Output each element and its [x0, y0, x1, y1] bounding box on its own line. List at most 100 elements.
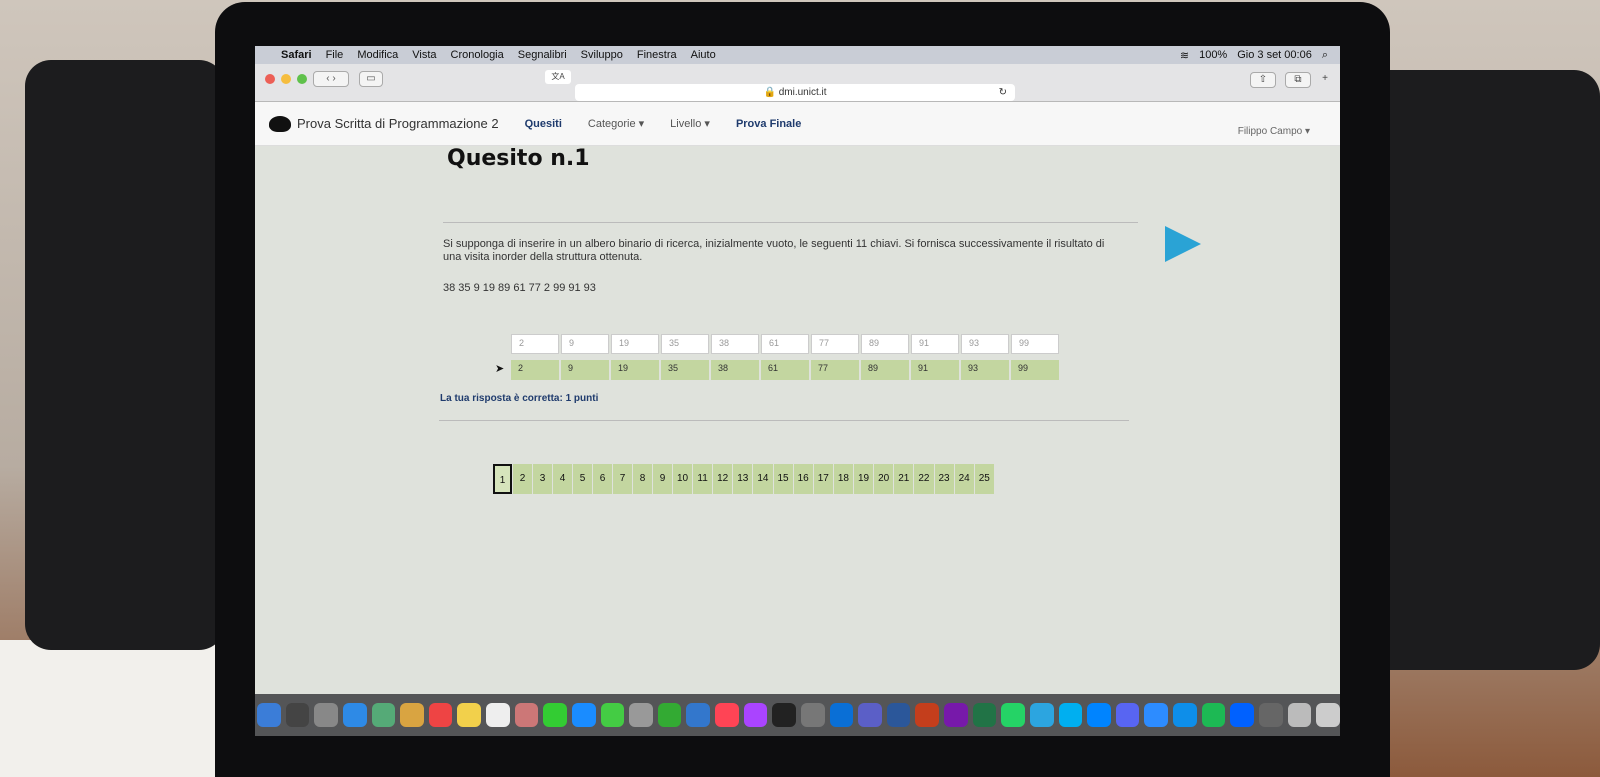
- photos-icon[interactable]: [514, 703, 539, 727]
- next-question-arrow-icon[interactable]: [1165, 226, 1201, 262]
- tv-icon[interactable]: [772, 703, 796, 727]
- page-link[interactable]: 7: [613, 464, 632, 494]
- page-link[interactable]: 12: [713, 464, 733, 494]
- calendar-icon[interactable]: [428, 703, 453, 727]
- launchpad-icon[interactable]: [314, 703, 338, 727]
- siri-icon[interactable]: [285, 703, 310, 727]
- messenger-icon[interactable]: [1087, 703, 1111, 727]
- outlook-icon[interactable]: [829, 703, 854, 727]
- answer-cell[interactable]: 99: [1011, 334, 1059, 354]
- page-link[interactable]: 23: [934, 464, 954, 494]
- page-link[interactable]: 3: [533, 464, 552, 494]
- keynote-icon[interactable]: [686, 703, 710, 727]
- nav-categorie[interactable]: Categorie ▾: [588, 117, 644, 130]
- answer-cell[interactable]: 38: [711, 334, 759, 354]
- page-link[interactable]: 24: [954, 464, 974, 494]
- close-window-icon[interactable]: [265, 74, 275, 84]
- answer-cell[interactable]: 89: [861, 334, 909, 354]
- spotify-icon[interactable]: [1201, 703, 1226, 727]
- answer-cell[interactable]: 61: [761, 334, 809, 354]
- menu-finestra[interactable]: Finestra: [637, 49, 677, 61]
- page-link[interactable]: 14: [753, 464, 773, 494]
- numbers-icon[interactable]: [657, 703, 682, 727]
- wifi-icon[interactable]: ≋: [1180, 49, 1189, 62]
- messages-icon[interactable]: [543, 703, 567, 727]
- finder-icon[interactable]: [257, 703, 281, 727]
- powerpoint-icon[interactable]: [915, 703, 939, 727]
- tabs-overview-icon[interactable]: ⧉: [1285, 72, 1311, 88]
- dropbox-icon[interactable]: [1230, 703, 1254, 727]
- teamviewer-icon[interactable]: [1173, 703, 1197, 727]
- nav-prova-finale[interactable]: Prova Finale: [736, 118, 801, 130]
- menu-vista[interactable]: Vista: [412, 49, 436, 61]
- page-link[interactable]: 4: [553, 464, 572, 494]
- page-link[interactable]: 25: [974, 464, 994, 494]
- menu-file[interactable]: File: [326, 49, 344, 61]
- menu-app-name[interactable]: Safari: [281, 49, 312, 61]
- textedit-icon[interactable]: [629, 703, 653, 727]
- page-link[interactable]: 5: [573, 464, 592, 494]
- bootcamp-icon[interactable]: [1258, 703, 1283, 727]
- reminders-icon[interactable]: [486, 703, 510, 727]
- excel-icon[interactable]: [972, 703, 997, 727]
- answer-cell[interactable]: 19: [611, 334, 659, 354]
- menu-modifica[interactable]: Modifica: [357, 49, 398, 61]
- reload-icon[interactable]: ↻: [999, 84, 1007, 101]
- menu-segnalibri[interactable]: Segnalibri: [518, 49, 567, 61]
- trash-icon[interactable]: [1316, 703, 1340, 727]
- answer-cell[interactable]: 35: [661, 334, 709, 354]
- page-link[interactable]: 22: [914, 464, 934, 494]
- spotlight-icon[interactable]: ⌕: [1322, 49, 1328, 62]
- answer-cell[interactable]: 77: [811, 334, 859, 354]
- nav-quesiti[interactable]: Quesiti: [525, 118, 562, 130]
- app-store-icon[interactable]: [571, 703, 596, 727]
- translate-icon[interactable]: 文A: [545, 70, 571, 84]
- answer-cell[interactable]: 93: [961, 334, 1009, 354]
- page-link[interactable]: 17: [813, 464, 833, 494]
- safari-icon[interactable]: [342, 703, 367, 727]
- finder-window-icon[interactable]: [1287, 703, 1312, 727]
- stickies-icon[interactable]: [457, 703, 481, 727]
- page-link[interactable]: 18: [833, 464, 853, 494]
- page-link[interactable]: 8: [633, 464, 652, 494]
- menu-cronologia[interactable]: Cronologia: [451, 49, 504, 61]
- page-link[interactable]: 2: [513, 464, 532, 494]
- clock[interactable]: Gio 3 set 00:06: [1237, 49, 1312, 61]
- facetime-icon[interactable]: [600, 703, 625, 727]
- answer-cell[interactable]: 2: [511, 334, 559, 354]
- menu-sviluppo[interactable]: Sviluppo: [581, 49, 623, 61]
- site-brand[interactable]: Prova Scritta di Programmazione 2: [269, 115, 499, 132]
- preview-icon[interactable]: [371, 703, 396, 727]
- page-link[interactable]: 20: [874, 464, 894, 494]
- sidebar-toggle-icon[interactable]: ▭: [359, 71, 383, 87]
- user-menu[interactable]: Filippo Campo ▾: [1238, 126, 1310, 137]
- word-icon[interactable]: [886, 703, 911, 727]
- back-forward-buttons[interactable]: ‹ ›: [313, 71, 349, 87]
- whatsapp-icon[interactable]: [1001, 703, 1025, 727]
- music-icon[interactable]: [715, 703, 739, 727]
- zoom-icon[interactable]: [1144, 703, 1168, 727]
- new-tab-icon[interactable]: +: [1317, 72, 1333, 88]
- page-link[interactable]: 21: [894, 464, 914, 494]
- page-link[interactable]: 15: [773, 464, 793, 494]
- share-icon[interactable]: ⇧: [1250, 72, 1276, 88]
- zoom-window-icon[interactable]: [297, 74, 307, 84]
- menu-aiuto[interactable]: Aiuto: [691, 49, 716, 61]
- page-link[interactable]: 9: [653, 464, 672, 494]
- answer-cell[interactable]: 9: [561, 334, 609, 354]
- answer-cell[interactable]: 91: [911, 334, 959, 354]
- page-link-current[interactable]: 1: [493, 464, 512, 494]
- skype-icon[interactable]: [1058, 703, 1083, 727]
- battery-percent[interactable]: 100%: [1199, 49, 1227, 61]
- page-link[interactable]: 6: [593, 464, 612, 494]
- nav-livello[interactable]: Livello ▾: [670, 117, 710, 130]
- page-link[interactable]: 16: [793, 464, 813, 494]
- system-preferences-icon[interactable]: [800, 703, 825, 727]
- teams-icon[interactable]: [858, 703, 882, 727]
- page-link[interactable]: 10: [673, 464, 693, 494]
- minimize-window-icon[interactable]: [281, 74, 291, 84]
- discord-icon[interactable]: [1115, 703, 1140, 727]
- page-link[interactable]: 19: [854, 464, 874, 494]
- page-link[interactable]: 13: [733, 464, 753, 494]
- onenote-icon[interactable]: [944, 703, 968, 727]
